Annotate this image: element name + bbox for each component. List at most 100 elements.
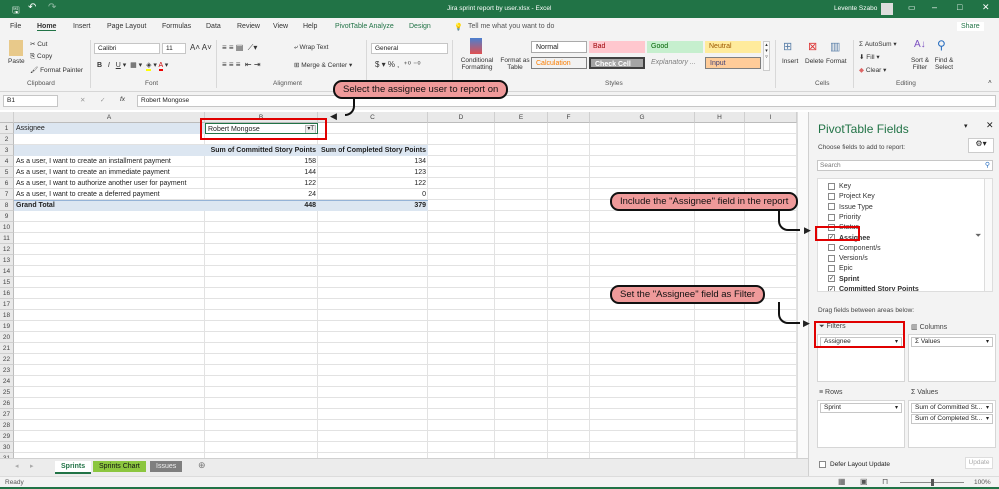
align-horizontal-icons[interactable]: ≡ ≡ ≡ ⇤ ⇥ bbox=[222, 60, 261, 69]
row-header[interactable]: 4 bbox=[0, 156, 14, 167]
pane-options-icon[interactable]: ▾ bbox=[964, 122, 968, 130]
row-header[interactable]: 11 bbox=[0, 233, 14, 244]
style-neutral[interactable]: Neutral bbox=[705, 41, 761, 53]
row-header[interactable]: 24 bbox=[0, 376, 14, 387]
field-checkbox[interactable] bbox=[828, 254, 835, 262]
row-header[interactable]: 17 bbox=[0, 299, 14, 310]
tell-me-search[interactable]: Tell me what you want to do bbox=[468, 23, 554, 30]
row-header[interactable]: 6 bbox=[0, 178, 14, 189]
update-button[interactable]: Update bbox=[965, 457, 993, 469]
tab-home[interactable]: Home bbox=[37, 23, 57, 31]
style-normal[interactable]: Normal bbox=[531, 41, 587, 53]
column-header-i[interactable]: I bbox=[745, 112, 797, 123]
pane-close-icon[interactable]: ✕ bbox=[986, 120, 994, 131]
vertical-scrollbar[interactable] bbox=[797, 112, 808, 458]
value-chip-completed[interactable]: Sum of Completed St... bbox=[911, 414, 993, 424]
close-icon[interactable]: ✕ bbox=[982, 2, 990, 13]
number-format-icons[interactable]: $ ▾ % ‚ ⁺⁰ ⁻⁰ bbox=[375, 60, 421, 69]
row-header[interactable]: 25 bbox=[0, 387, 14, 398]
conditional-formatting-button[interactable]: Conditional Formatting bbox=[458, 57, 496, 71]
columns-area[interactable]: Σ Values bbox=[908, 334, 996, 382]
add-sheet-icon[interactable]: ⊕ bbox=[198, 460, 206, 471]
row-header[interactable]: 23 bbox=[0, 365, 14, 376]
number-format-select[interactable]: General bbox=[371, 43, 448, 54]
redo-icon[interactable]: ↷ bbox=[48, 2, 56, 13]
autosum-button[interactable]: Σ AutoSum ▾ bbox=[859, 40, 897, 48]
committed-header[interactable]: Sum of Committed Story Points bbox=[205, 145, 318, 156]
pivot-row-label[interactable]: As a user, I want to create an installme… bbox=[14, 156, 204, 167]
select-all-corner[interactable] bbox=[0, 112, 14, 123]
field-checkbox[interactable] bbox=[828, 192, 835, 200]
prev-sheet-icon[interactable]: ◂ bbox=[15, 462, 19, 470]
pivot-completed-value[interactable]: 134 bbox=[318, 156, 428, 167]
insert-function-icon[interactable]: fx bbox=[120, 96, 125, 103]
defer-checkbox-box[interactable] bbox=[819, 461, 826, 468]
row-header[interactable]: 1 bbox=[0, 123, 14, 134]
pivot-committed-value[interactable]: 122 bbox=[205, 178, 318, 189]
row-header[interactable]: 15 bbox=[0, 277, 14, 288]
field-item[interactable]: ✓ Committed Story Points bbox=[828, 284, 919, 291]
page-break-view-icon[interactable]: ⊓ bbox=[882, 477, 888, 486]
style-explanatory[interactable]: Explanatory ... bbox=[647, 57, 703, 69]
column-header-g[interactable]: G bbox=[590, 112, 695, 123]
copy-button[interactable]: ⎘ Copy bbox=[30, 53, 52, 61]
rows-area[interactable]: Sprint bbox=[817, 400, 905, 448]
font-name-select[interactable]: Calibri bbox=[94, 43, 160, 54]
insert-cells-button[interactable]: Insert bbox=[782, 58, 798, 65]
sort-filter-button[interactable]: Sort & Filter bbox=[908, 57, 932, 71]
page-layout-view-icon[interactable]: ▣ bbox=[860, 477, 868, 486]
tab-insert[interactable]: Insert bbox=[73, 23, 91, 30]
merge-center-button[interactable]: ⊞ Merge & Center ▾ bbox=[294, 61, 352, 69]
column-header-a[interactable]: A bbox=[14, 112, 205, 123]
sheet-tab-issues[interactable]: Issues bbox=[150, 461, 183, 472]
fill-button[interactable]: ⬇ Fill ▾ bbox=[859, 53, 880, 61]
cut-button[interactable]: ✂ Cut bbox=[30, 40, 47, 48]
row-header[interactable]: 18 bbox=[0, 310, 14, 321]
row-header[interactable]: 22 bbox=[0, 354, 14, 365]
grand-total-completed[interactable]: 379 bbox=[318, 200, 428, 211]
tab-design[interactable]: Design bbox=[409, 23, 431, 30]
row-header[interactable]: 20 bbox=[0, 332, 14, 343]
defer-layout-checkbox[interactable]: Defer Layout Update bbox=[819, 461, 890, 468]
column-header-h[interactable]: H bbox=[695, 112, 745, 123]
row-header[interactable]: 9 bbox=[0, 211, 14, 222]
pivot-row-label[interactable]: As a user, I want to authorize another u… bbox=[14, 178, 204, 189]
style-good[interactable]: Good bbox=[647, 41, 703, 53]
field-checkbox[interactable] bbox=[828, 213, 835, 221]
collapse-ribbon-icon[interactable]: ˄ bbox=[988, 79, 992, 86]
font-size-select[interactable]: 11 bbox=[162, 43, 186, 54]
row-header[interactable]: 27 bbox=[0, 409, 14, 420]
row-header[interactable]: 16 bbox=[0, 288, 14, 299]
name-box[interactable]: B1 bbox=[3, 95, 58, 107]
pivot-committed-value[interactable]: 144 bbox=[205, 167, 318, 178]
values-area[interactable]: Sum of Committed St... Sum of Completed … bbox=[908, 400, 996, 448]
style-bad[interactable]: Bad bbox=[589, 41, 645, 53]
tab-review[interactable]: Review bbox=[237, 23, 260, 30]
column-chip-values[interactable]: Σ Values bbox=[911, 337, 993, 347]
wrap-text-button[interactable]: ⤶ Wrap Text bbox=[294, 44, 328, 52]
minimize-icon[interactable]: – bbox=[932, 2, 937, 12]
paste-button[interactable]: Paste bbox=[8, 58, 25, 65]
row-header[interactable]: 26 bbox=[0, 398, 14, 409]
format-cells-button[interactable]: Format bbox=[826, 58, 847, 65]
find-select-button[interactable]: Find & Select bbox=[932, 57, 956, 71]
completed-header[interactable]: Sum of Completed Story Points bbox=[318, 145, 428, 156]
grand-total-committed[interactable]: 448 bbox=[205, 200, 318, 211]
save-icon[interactable]: 🖫 bbox=[12, 3, 20, 19]
field-checkbox[interactable] bbox=[828, 203, 835, 211]
row-header[interactable]: 30 bbox=[0, 442, 14, 453]
tab-help[interactable]: Help bbox=[303, 23, 317, 30]
style-check-cell[interactable]: Check Cell bbox=[589, 57, 645, 69]
style-calculation[interactable]: Calculation bbox=[531, 57, 587, 69]
formula-input[interactable]: Robert Mongose bbox=[137, 95, 996, 107]
enter-icon[interactable]: ✓ bbox=[100, 96, 105, 104]
column-header-d[interactable]: D bbox=[428, 112, 495, 123]
row-header[interactable]: 3 bbox=[0, 145, 14, 156]
column-header-f[interactable]: F bbox=[548, 112, 590, 123]
row-header[interactable]: 14 bbox=[0, 266, 14, 277]
pivot-row-label[interactable]: As a user, I want to create an immediate… bbox=[14, 167, 204, 178]
row-header[interactable]: 8 bbox=[0, 200, 14, 211]
row-header[interactable]: 28 bbox=[0, 420, 14, 431]
pivot-committed-value[interactable]: 24 bbox=[205, 189, 318, 200]
sheet-tab-sprints[interactable]: Sprints bbox=[55, 461, 92, 474]
